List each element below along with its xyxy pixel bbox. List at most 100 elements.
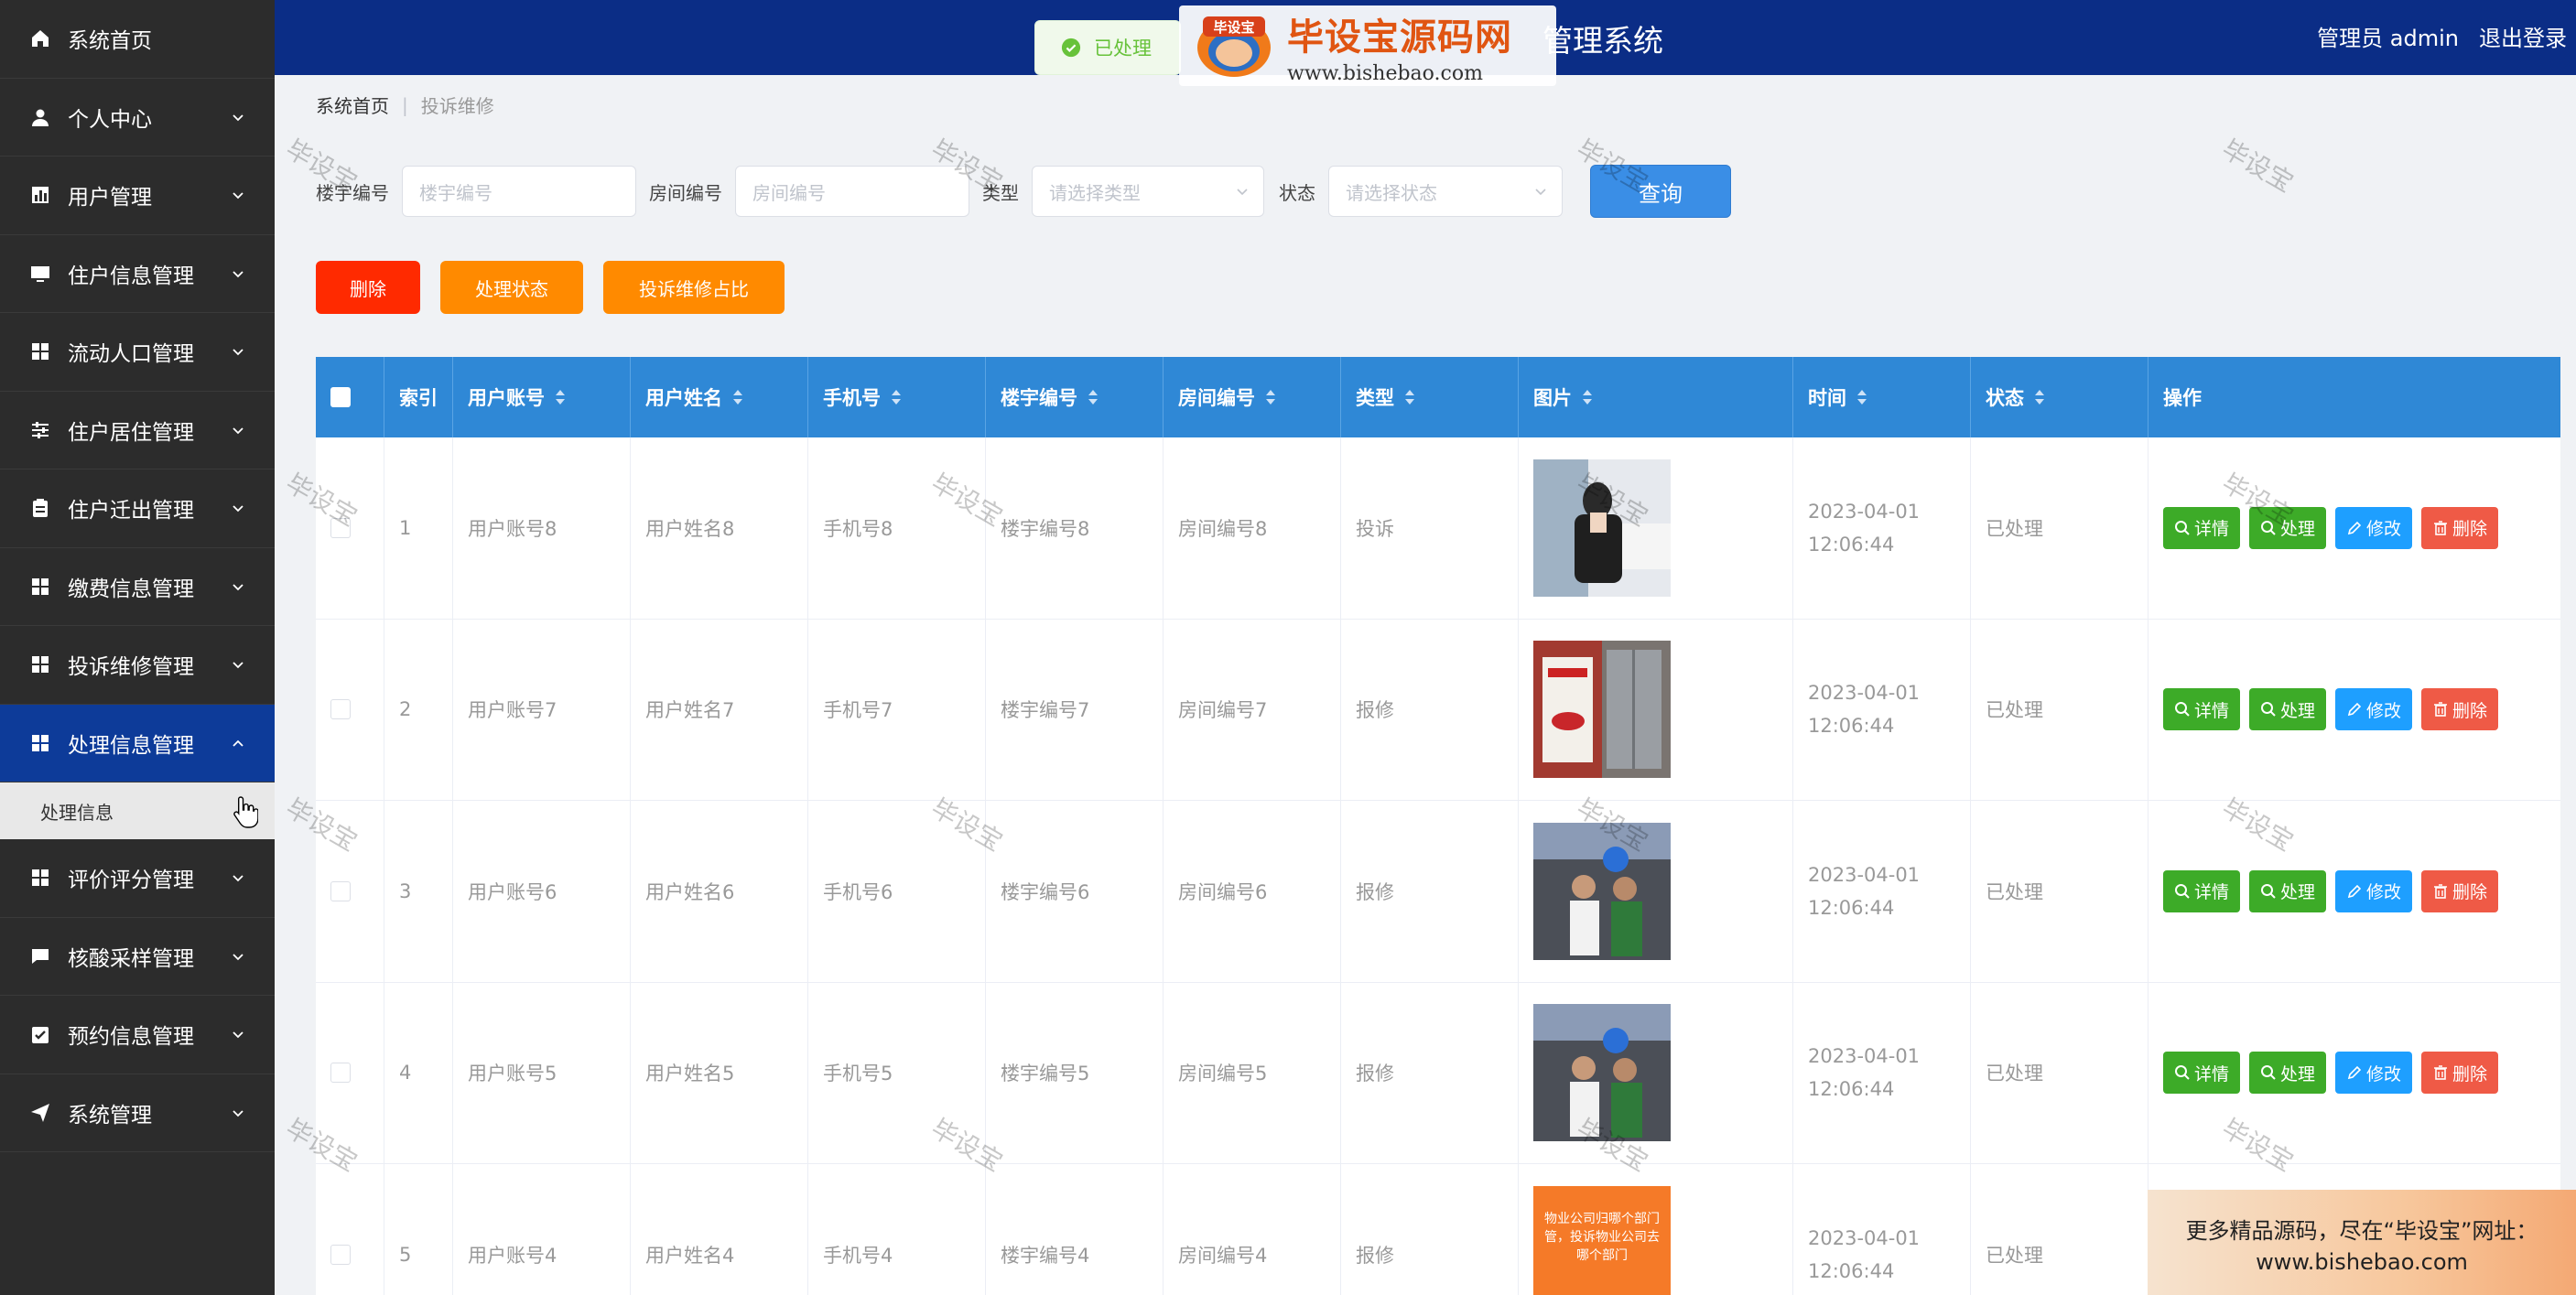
cell-phone: 手机号5 [808, 982, 986, 1163]
sidebar-item-12[interactable]: 预约信息管理 [0, 996, 275, 1074]
edit-button[interactable]: 修改 [2335, 1052, 2413, 1095]
sidebar-item-3[interactable]: 住户信息管理 [0, 235, 275, 313]
detail-button[interactable]: 详情 [2163, 688, 2241, 731]
room-input[interactable]: 房间编号 [735, 166, 969, 217]
row-checkbox[interactable] [330, 880, 351, 901]
brand-logo-icon: 毕设宝 [1197, 16, 1271, 77]
sidebar-item-8[interactable]: 投诉维修管理 [0, 626, 275, 705]
detail-button-label: 详情 [2194, 700, 2230, 721]
cell-image [1519, 982, 1793, 1163]
sidebar-item-label: 住户居住管理 [68, 420, 194, 445]
col-time[interactable]: 时间 [1793, 357, 1971, 437]
col-account[interactable]: 用户账号 [453, 357, 631, 437]
room-label: 房间编号 [649, 181, 722, 204]
trash-icon [2434, 702, 2448, 718]
search-bar: 楼宇编号 楼宇编号 房间编号 房间编号 类型 请选择类型 状态 请选择状态 查询 [316, 165, 1731, 218]
sidebar-item-11[interactable]: 核酸采样管理 [0, 918, 275, 996]
cell-type: 报修 [1341, 982, 1519, 1163]
cell-building: 楼宇编号6 [986, 801, 1164, 982]
system-title: 管理系统 [1542, 23, 1663, 59]
cell-index: 2 [384, 619, 453, 800]
delete-button[interactable]: 删除 [2421, 688, 2499, 731]
sidebar-item-0[interactable]: 系统首页 [0, 0, 275, 79]
col-type[interactable]: 类型 [1341, 357, 1519, 437]
cell-time: 2023-04-01 12:06:44 [1793, 982, 1971, 1163]
query-button[interactable]: 查询 [1590, 165, 1731, 218]
sidebar-item-5[interactable]: 住户居住管理 [0, 392, 275, 469]
delete-button-label: 删除 [2452, 519, 2488, 540]
row-checkbox[interactable] [330, 1063, 351, 1084]
col-building[interactable]: 楼宇编号 [986, 357, 1164, 437]
complaint-ratio-button[interactable]: 投诉维修占比 [603, 261, 785, 314]
complaint-photo [1533, 1004, 1671, 1142]
sidebar-item-9[interactable]: 处理信息管理 [0, 704, 275, 782]
delete-button[interactable]: 删除 [2421, 869, 2499, 912]
edit-button[interactable]: 修改 [2335, 688, 2413, 731]
process-button[interactable]: 处理 [2249, 688, 2327, 731]
select-all-checkbox[interactable] [330, 387, 351, 407]
sidebar-item-label: 系统管理 [68, 1103, 152, 1128]
batch-delete-button[interactable]: 删除 [316, 261, 420, 314]
cell-index: 3 [384, 801, 453, 982]
sidebar-item-10[interactable]: 评价评分管理 [0, 839, 275, 918]
delete-button[interactable]: 删除 [2421, 506, 2499, 549]
table-row: 4 用户账号5 用户姓名5 手机号5 楼宇编号5 房间编号5 报修 2023-04-01 12… [316, 982, 2560, 1164]
sidebar-item-6[interactable]: 住户迁出管理 [0, 469, 275, 548]
process-button[interactable]: 处理 [2249, 506, 2327, 549]
cell-account: 用户账号4 [453, 1164, 631, 1295]
type-select[interactable]: 请选择类型 [1032, 166, 1264, 217]
sort-icon [733, 390, 742, 405]
sidebar-item-1[interactable]: 个人中心 [0, 79, 275, 156]
col-phone[interactable]: 手机号 [808, 357, 986, 437]
breadcrumb-home[interactable]: 系统首页 [316, 92, 389, 118]
edit-button[interactable]: 修改 [2335, 869, 2413, 912]
monitor-icon [31, 265, 49, 282]
detail-button[interactable]: 详情 [2163, 869, 2241, 912]
col-image[interactable]: 图片 [1519, 357, 1793, 437]
detail-button[interactable]: 详情 [2163, 506, 2241, 549]
process-button[interactable]: 处理 [2249, 869, 2327, 912]
col-name[interactable]: 用户姓名 [631, 357, 808, 437]
status-select[interactable]: 请选择状态 [1328, 166, 1563, 217]
sidebar-item-4[interactable]: 流动人口管理 [0, 313, 275, 392]
brand-text: 毕设宝源码网 www.bishebao.com [1287, 7, 1512, 85]
brand-url: www.bishebao.com [1287, 61, 1483, 85]
chevron-down-icon [1237, 189, 1248, 196]
brand-banner: 毕设宝 毕设宝源码网 www.bishebao.com [1179, 5, 1556, 86]
sidebar-item-13[interactable]: 系统管理 [0, 1074, 275, 1152]
cell-type: 报修 [1341, 619, 1519, 800]
sort-icon [1266, 390, 1275, 405]
promo-line-1: 更多精品源码，尽在“毕设宝”网址： [2185, 1218, 2538, 1244]
sidebar-item-2[interactable]: 用户管理 [0, 156, 275, 235]
cell-status: 已处理 [1971, 437, 2148, 619]
col-status[interactable]: 状态 [1971, 357, 2148, 437]
building-input[interactable]: 楼宇编号 [402, 166, 636, 217]
cell-ops: 详情 处理 修改 删除 [2148, 620, 2560, 801]
row-checkbox[interactable] [330, 1244, 351, 1265]
delete-button[interactable]: 删除 [2421, 1052, 2499, 1095]
logout-link[interactable]: 退出登录 [2479, 20, 2567, 52]
process-status-button[interactable]: 处理状态 [440, 261, 583, 314]
grid-icon [32, 869, 49, 887]
cell-time: 2023-04-01 12:06:44 [1793, 1164, 1971, 1295]
sidebar-item-7[interactable]: 缴费信息管理 [0, 548, 275, 626]
chevron-down-icon [233, 271, 244, 278]
col-ops: 操作 [2163, 387, 2202, 409]
edit-button[interactable]: 修改 [2335, 506, 2413, 549]
row-checkbox[interactable] [330, 517, 351, 538]
cell-phone: 手机号8 [808, 437, 986, 619]
row-checkbox[interactable] [330, 699, 351, 720]
sidebar-item-label: 处理信息管理 [68, 733, 194, 758]
detail-button[interactable]: 详情 [2163, 1052, 2241, 1095]
table-row: 2 用户账号7 用户姓名7 手机号7 楼宇编号7 房间编号7 报修 2023-04-01 12… [316, 619, 2560, 801]
cell-status: 已处理 [1971, 801, 2148, 982]
process-button[interactable]: 处理 [2249, 1052, 2327, 1095]
promo-banner[interactable]: 更多精品源码，尽在“毕设宝”网址： www.bishebao.com [2148, 1190, 2576, 1295]
row-select-cell [316, 982, 384, 1163]
col-room[interactable]: 房间编号 [1164, 357, 1341, 437]
chevron-down-icon [233, 875, 244, 882]
cell-room: 房间编号6 [1164, 801, 1341, 982]
col-room-label: 房间编号 [1178, 387, 1255, 409]
process-button-label: 处理 [2280, 882, 2316, 903]
cell-account: 用户账号8 [453, 437, 631, 619]
